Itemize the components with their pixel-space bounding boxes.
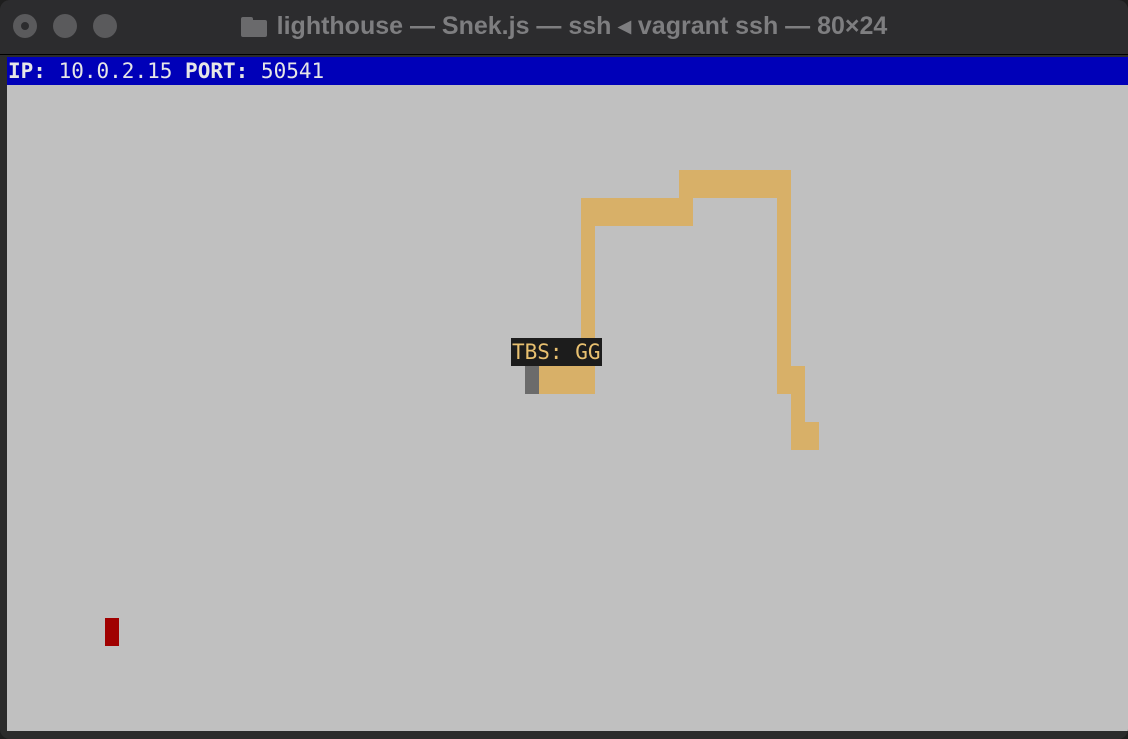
window-bottom-edge xyxy=(0,731,1128,739)
ip-value: 10.0.2.15 xyxy=(58,59,173,83)
status-bar: IP: 10.0.2.15 PORT: 50541 xyxy=(7,57,1128,85)
terminal-window: lighthouse — Snek.js — ssh ◂ vagrant ssh… xyxy=(0,0,1128,739)
snake-segment xyxy=(777,170,791,394)
snake-segment xyxy=(791,422,819,450)
window-title: lighthouse — Snek.js — ssh ◂ vagrant ssh… xyxy=(276,12,888,40)
window-title-wrap: lighthouse — Snek.js — ssh ◂ vagrant ssh… xyxy=(0,10,1128,42)
folder-icon xyxy=(240,17,267,37)
snake-segment xyxy=(679,170,791,198)
terminal-content[interactable]: IP: 10.0.2.15 PORT: 50541 TBS: GG xyxy=(7,57,1128,731)
snake-segment xyxy=(581,198,693,226)
title-bar[interactable]: lighthouse — Snek.js — ssh ◂ vagrant ssh… xyxy=(0,0,1128,55)
port-label: PORT: xyxy=(185,59,249,83)
port-value: 50541 xyxy=(260,59,325,83)
snake-head xyxy=(525,366,539,394)
food-pellet xyxy=(105,618,119,646)
ip-label: IP: xyxy=(8,59,46,83)
player-tag: TBS: GG xyxy=(511,338,602,366)
